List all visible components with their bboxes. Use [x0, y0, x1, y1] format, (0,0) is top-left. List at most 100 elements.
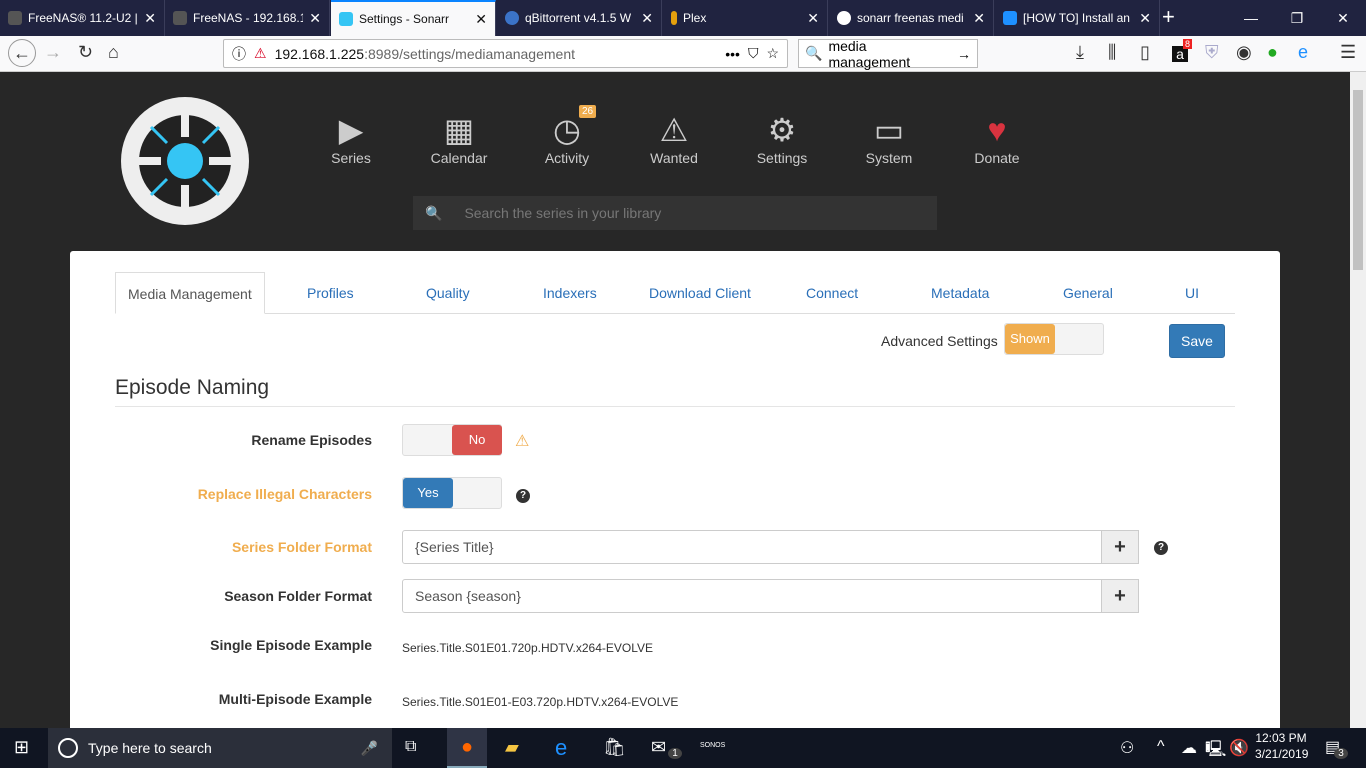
back-icon[interactable]: ←	[8, 39, 36, 67]
settings-tabs: Media Management Profiles Quality Indexe…	[115, 272, 1235, 314]
show-hidden-icons[interactable]: ^	[1157, 738, 1165, 756]
forward-icon[interactable]: →	[44, 42, 62, 63]
reload-icon[interactable]: ↻	[78, 42, 93, 63]
pocket-icon[interactable]: ⛉	[748, 45, 759, 62]
advanced-settings-toggle[interactable]: Shown	[1004, 323, 1104, 355]
firefox-taskbar-icon[interactable]: ●	[447, 728, 487, 768]
help-icon[interactable]: ?	[1154, 541, 1168, 555]
url-bar[interactable]: ⓘ ⚠ 192.168.1.225:8989/settings/mediamana…	[223, 39, 788, 68]
series-search-input[interactable]: 🔍 Search the series in your library	[413, 196, 937, 230]
browser-tab[interactable]: FreeNAS® 11.2-U2 | ✕	[0, 0, 165, 36]
mail-icon[interactable]: ✉	[651, 737, 666, 758]
search-icon: 🔍	[425, 204, 443, 221]
multi-example-label: Multi-Episode Example	[218, 691, 372, 707]
browser-tab[interactable]: sonarr freenas medi ✕	[829, 0, 994, 36]
sidebar-icon[interactable]: ▯	[1140, 42, 1150, 63]
search-placeholder: Search the series in your library	[464, 205, 662, 221]
sonarr-logo[interactable]	[121, 97, 249, 225]
onedrive-icon[interactable]: ☁	[1181, 738, 1197, 758]
add-token-button[interactable]: +	[1101, 579, 1139, 613]
calendar-icon: ▦	[443, 112, 475, 148]
tab-download-client[interactable]: Download Client	[637, 272, 763, 314]
close-window-icon[interactable]: ✕	[1320, 0, 1366, 36]
close-tab-icon[interactable]: ✕	[309, 10, 321, 27]
info-icon[interactable]: ⓘ	[232, 44, 246, 64]
tab-metadata[interactable]: Metadata	[919, 272, 1001, 314]
tab-ui[interactable]: UI	[1173, 272, 1211, 314]
url-path: :8989/settings/mediamanagement	[364, 45, 576, 62]
multi-example-value: Series.Title.S01E01-E03.720p.HDTV.x264-E…	[402, 695, 679, 709]
nav-settings[interactable]: ⚙ Settings	[742, 110, 822, 166]
url-host: 192.168.1.225	[274, 45, 365, 62]
tab-title: Settings - Sonarr	[359, 12, 450, 26]
tab-indexers[interactable]: Indexers	[531, 272, 609, 314]
scrollbar-thumb[interactable]	[1353, 90, 1363, 270]
network-icon[interactable]: 🖳	[1205, 738, 1226, 765]
store-icon[interactable]: 🛍	[603, 737, 626, 758]
nav-donate[interactable]: ♥ Donate	[957, 110, 1037, 166]
extension-icon[interactable]: ●	[1267, 42, 1278, 63]
page-scrollbar[interactable]	[1350, 72, 1366, 728]
clock[interactable]: 12:03 PM 3/21/2019	[1255, 731, 1308, 761]
menu-icon[interactable]: ☰	[1340, 42, 1356, 63]
new-tab-button[interactable]: +	[1162, 4, 1175, 30]
close-tab-icon[interactable]: ✕	[641, 10, 653, 27]
extension-badge: 8	[1183, 39, 1193, 49]
gears-icon: ⚙	[767, 112, 797, 148]
close-tab-icon[interactable]: ✕	[144, 10, 156, 27]
tab-media-management[interactable]: Media Management	[115, 272, 265, 314]
go-arrow-icon[interactable]: →	[957, 46, 971, 62]
season-folder-input[interactable]: Season {season}	[402, 579, 1102, 613]
nav-series[interactable]: ▶ Series	[311, 110, 391, 166]
nav-calendar[interactable]: ▦ Calendar	[419, 110, 499, 166]
browser-tab[interactable]: qBittorrent v4.1.5 W ✕	[497, 0, 662, 36]
replace-illegal-toggle[interactable]: Yes	[402, 477, 502, 509]
microphone-icon[interactable]: 🎤	[361, 740, 378, 757]
laptop-icon: ▭	[873, 112, 905, 148]
browser-tab[interactable]: [HOW TO] Install an ✕	[995, 0, 1160, 36]
ie-tab-icon[interactable]: e	[1298, 42, 1308, 63]
taskbar-search[interactable]: Type here to search 🎤	[48, 728, 392, 768]
tab-general[interactable]: General	[1051, 272, 1125, 314]
volume-muted-icon[interactable]: 🔇	[1229, 738, 1249, 758]
people-icon[interactable]: ⚇	[1120, 738, 1134, 758]
task-view-icon[interactable]: ⧉	[405, 738, 416, 756]
browser-tab[interactable]: Plex ✕	[663, 0, 828, 36]
nav-wanted[interactable]: ⚠ Wanted	[634, 110, 714, 166]
add-token-button[interactable]: +	[1101, 530, 1139, 564]
restore-icon[interactable]: ❐	[1274, 0, 1320, 36]
series-folder-input[interactable]: {Series Title}	[402, 530, 1102, 564]
tab-quality[interactable]: Quality	[414, 272, 482, 314]
extension-icon[interactable]: ◉	[1236, 42, 1252, 63]
minimize-icon[interactable]: —	[1228, 0, 1274, 36]
nav-label: Series	[331, 150, 371, 166]
browser-search-input[interactable]: 🔍 media management →	[798, 37, 978, 70]
windows-start-icon[interactable]: ⊞	[14, 737, 29, 758]
section-title: Episode Naming	[115, 376, 1235, 407]
page-actions-icon[interactable]: •••	[725, 46, 740, 62]
nav-activity[interactable]: ◷ Activity 26	[527, 105, 607, 166]
season-folder-label: Season Folder Format	[224, 588, 372, 604]
save-button[interactable]: Save	[1169, 324, 1225, 358]
help-icon[interactable]: ?	[516, 489, 530, 503]
file-explorer-icon[interactable]: ▰	[505, 737, 519, 758]
close-tab-icon[interactable]: ✕	[1139, 10, 1151, 27]
nav-system[interactable]: ▭ System	[849, 110, 929, 166]
tab-connect[interactable]: Connect	[794, 272, 870, 314]
warning-icon: ⚠	[515, 433, 530, 450]
rename-episodes-toggle[interactable]: No	[402, 424, 502, 456]
close-tab-icon[interactable]: ✕	[807, 10, 819, 27]
library-icon[interactable]: ⫼	[1108, 42, 1116, 63]
tab-profiles[interactable]: Profiles	[295, 272, 366, 314]
downloads-icon[interactable]: ⤓	[1076, 42, 1084, 63]
browser-tab-active[interactable]: Settings - Sonarr ✕	[331, 0, 496, 36]
bookmark-star-icon[interactable]: ☆	[766, 45, 779, 62]
edge-icon[interactable]: e	[555, 735, 567, 761]
close-tab-icon[interactable]: ✕	[973, 10, 985, 27]
search-value: media management	[828, 37, 911, 70]
close-tab-icon[interactable]: ✕	[475, 11, 487, 28]
shield-extension-icon[interactable]: ⛨	[1205, 42, 1219, 63]
browser-tab[interactable]: FreeNAS - 192.168.1 ✕	[165, 0, 330, 36]
home-icon[interactable]: ⌂	[108, 42, 119, 63]
sonos-taskbar-icon[interactable]: SONOS	[700, 742, 725, 749]
